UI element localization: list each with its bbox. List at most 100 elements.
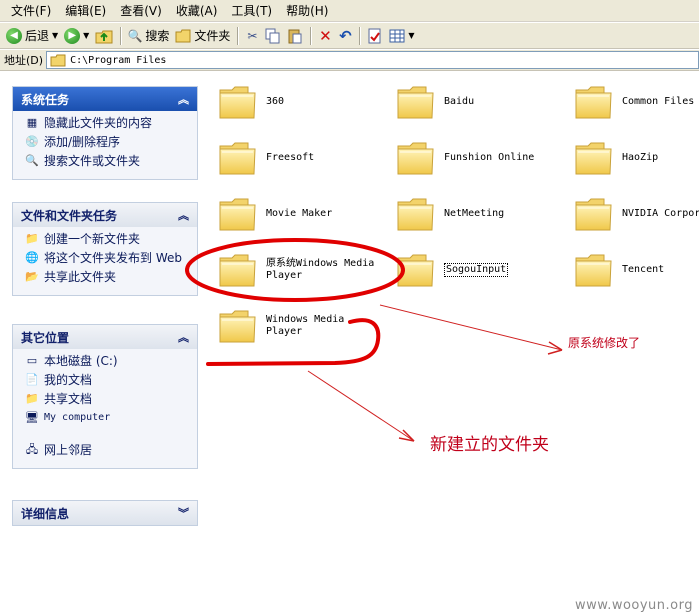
delete-x-icon: ✕: [319, 26, 332, 45]
folder-item[interactable]: SogouInput: [396, 252, 509, 288]
folder-item[interactable]: NetMeeting: [396, 196, 504, 232]
share-folder-link[interactable]: 📂 共享此文件夹: [24, 270, 189, 284]
copy-button[interactable]: [262, 25, 284, 47]
link-label: 隐藏此文件夹的内容: [44, 116, 153, 130]
folder-label: NetMeeting: [444, 208, 505, 219]
link-label: 网上邻居: [44, 443, 93, 457]
folder-icon: [50, 54, 66, 66]
menu-view[interactable]: 查看(V): [113, 0, 169, 22]
folder-icon: [396, 252, 436, 288]
toolbar-separator: [310, 26, 312, 45]
collapse-chevron-icon[interactable]: ︽: [178, 207, 189, 223]
network-places-link[interactable]: 🖧 网上邻居: [24, 443, 189, 457]
paste-button[interactable]: [284, 25, 306, 47]
other-places-title: 其它位置: [21, 330, 70, 345]
new-folder-icon: 📁: [25, 232, 39, 245]
folder-item[interactable]: Tencent: [574, 252, 664, 288]
folders-button[interactable]: 文件夹: [172, 25, 233, 47]
hide-contents-icon: ▦: [26, 116, 38, 129]
folder-icon: [175, 29, 191, 42]
menu-help[interactable]: 帮助(H): [279, 0, 335, 22]
annotation-new-folder-note: 新建立的文件夹: [430, 435, 549, 455]
folder-item[interactable]: Common Files: [574, 84, 694, 120]
folder-label: Freesoft: [266, 152, 315, 163]
address-input[interactable]: C:\Program Files: [46, 51, 699, 69]
collapse-chevron-icon[interactable]: ︽: [178, 91, 189, 107]
search-button[interactable]: 🔍 搜索: [125, 25, 172, 47]
views-dropdown-icon[interactable]: ▼: [408, 31, 414, 40]
menu-tools[interactable]: 工具(T): [224, 0, 279, 22]
hide-folder-contents-link[interactable]: ▦ 隐藏此文件夹的内容: [24, 116, 189, 130]
folder-item[interactable]: HaoZip: [574, 140, 658, 176]
shared-documents-link[interactable]: 📁 共享文档: [24, 392, 189, 406]
folder-icon: [574, 84, 614, 120]
add-remove-programs-link[interactable]: 💿 添加/删除程序: [24, 135, 189, 149]
folder-label: 360: [266, 96, 285, 107]
copy-icon: [265, 28, 280, 43]
folder-icon: [396, 84, 436, 120]
my-documents-link[interactable]: 📄 我的文档: [24, 373, 189, 387]
publish-to-web-link[interactable]: 🌐 将这个文件夹发布到 Web: [24, 251, 189, 265]
views-button[interactable]: ▼: [386, 25, 417, 47]
folder-item[interactable]: Windows Media Player: [218, 308, 356, 344]
annotation-modified-note: 原系统修改了: [568, 336, 641, 350]
undo-button[interactable]: ↶: [335, 25, 355, 47]
folder-icon: [218, 252, 258, 288]
new-folder-link[interactable]: 📁 创建一个新文件夹: [24, 232, 189, 246]
folder-item[interactable]: Baidu: [396, 84, 474, 120]
folders-label: 文件夹: [194, 29, 231, 43]
folder-label: Movie Maker: [266, 208, 333, 219]
back-button[interactable]: ◀ 后退 ▼: [3, 25, 61, 47]
menu-file[interactable]: 文件(F): [4, 0, 58, 22]
folder-item[interactable]: 原系统Windows Media Player: [218, 252, 384, 288]
collapse-chevron-icon[interactable]: ︽: [178, 329, 189, 345]
forward-dropdown-icon[interactable]: ▼: [83, 31, 89, 40]
delete-button[interactable]: ✕: [315, 25, 335, 47]
system-tasks-body: ▦ 隐藏此文件夹的内容 💿 添加/删除程序 🔍 搜索文件或文件夹: [13, 111, 197, 179]
properties-icon: [368, 28, 381, 43]
scissors-icon: ✂: [247, 28, 258, 43]
up-folder-button[interactable]: [92, 25, 116, 47]
system-tasks-title: 系统任务: [21, 92, 70, 107]
watermark: www.wooyun.org: [574, 598, 693, 613]
menu-favorites[interactable]: 收藏(A): [169, 0, 225, 22]
menu-edit[interactable]: 编辑(E): [58, 0, 113, 22]
other-places-header[interactable]: 其它位置 ︽: [13, 325, 197, 349]
file-folder-tasks-header[interactable]: 文件和文件夹任务 ︽: [13, 203, 197, 227]
folder-item[interactable]: NVIDIA Corpor: [574, 196, 699, 232]
folder-icon: [574, 140, 614, 176]
folder-label: 原系统Windows Media Player: [266, 258, 381, 281]
folder-item[interactable]: Funshion Online: [396, 140, 534, 176]
search-files-link[interactable]: 🔍 搜索文件或文件夹: [24, 154, 189, 168]
arrow-head: [398, 429, 415, 442]
local-disk-link[interactable]: ▭ 本地磁盘 (C:): [24, 354, 189, 368]
back-dropdown-icon[interactable]: ▼: [52, 31, 58, 40]
folder-icon: [396, 196, 436, 232]
address-path: C:\Program Files: [70, 54, 167, 66]
arrow-line: [307, 370, 415, 442]
my-computer-link[interactable]: 🖥 My computer: [24, 411, 189, 425]
explorer-window: 文件(F) 编辑(E) 查看(V) 收藏(A) 工具(T) 帮助(H) ◀ 后退…: [0, 0, 699, 615]
folder-item[interactable]: Movie Maker: [218, 196, 332, 232]
forward-button[interactable]: ▶ ▼: [61, 25, 92, 47]
toolbar-separator: [237, 26, 239, 45]
cut-button[interactable]: ✂: [242, 25, 262, 47]
system-tasks-header[interactable]: 系统任务 ︽: [13, 87, 197, 111]
folder-label: Common Files: [622, 96, 695, 107]
search-icon: 🔍: [127, 28, 143, 43]
expand-chevron-icon[interactable]: ︾: [178, 505, 189, 521]
folder-item[interactable]: 360: [218, 84, 284, 120]
folder-label: Funshion Online: [444, 152, 535, 163]
details-header[interactable]: 详细信息 ︾: [13, 501, 197, 525]
folder-item[interactable]: Freesoft: [218, 140, 314, 176]
documents-icon: 📄: [25, 373, 39, 386]
add-remove-icon: 💿: [25, 135, 39, 148]
toolbar-separator: [359, 26, 361, 45]
folder-icon: [218, 84, 258, 120]
toolbar-separator: [120, 26, 122, 45]
link-label: 本地磁盘 (C:): [44, 354, 118, 368]
file-folder-tasks-panel: 文件和文件夹任务 ︽ 📁 创建一个新文件夹 🌐 将这个文件夹发布到 Web 📂 …: [12, 202, 198, 296]
system-tasks-panel: 系统任务 ︽ ▦ 隐藏此文件夹的内容 💿 添加/删除程序 🔍 搜索文件或文件夹: [12, 86, 198, 180]
task-pane: 系统任务 ︽ ▦ 隐藏此文件夹的内容 💿 添加/删除程序 🔍 搜索文件或文件夹: [0, 72, 205, 615]
properties-button[interactable]: [364, 25, 386, 47]
